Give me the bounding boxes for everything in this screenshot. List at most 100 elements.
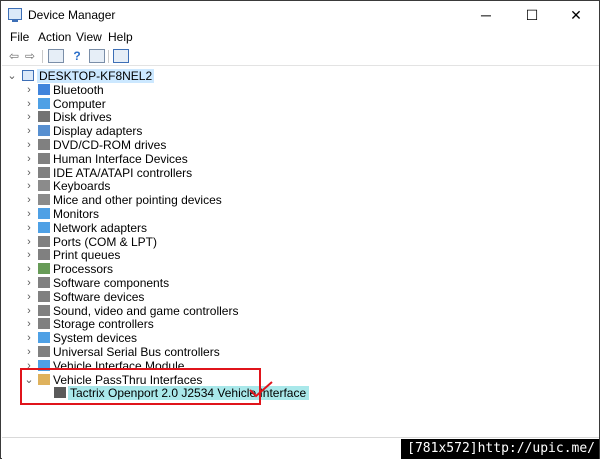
chevron-right-icon[interactable]: › (24, 221, 34, 235)
menu-action[interactable]: Action (38, 30, 71, 44)
annotation-checkmark-icon (249, 381, 273, 398)
device-manager-icon (8, 8, 22, 22)
software-device-icon (38, 290, 50, 302)
back-arrow-icon[interactable]: ⇦ (6, 49, 22, 63)
chevron-right-icon[interactable]: › (24, 207, 34, 221)
chevron-right-icon[interactable]: › (24, 331, 34, 345)
chevron-right-icon[interactable]: › (24, 345, 34, 359)
tree-category-label: Storage controllers (53, 317, 154, 332)
display-adapter-icon (38, 125, 50, 137)
tree-category-label: Universal Serial Bus controllers (53, 345, 220, 359)
tree-category-item[interactable]: › Keyboards (2, 179, 302, 193)
chevron-right-icon[interactable]: › (24, 138, 34, 152)
tree-category-label: Mice and other pointing devices (53, 193, 222, 208)
close-button[interactable]: ✕ (553, 1, 599, 29)
tree-category-item[interactable]: › Ports (COM & LPT) (2, 235, 302, 249)
maximize-button[interactable]: ☐ (509, 1, 555, 29)
tree-category-item[interactable]: › Software components (2, 276, 302, 290)
tree-category-item[interactable]: › Sound, video and game controllers (2, 304, 302, 318)
chevron-right-icon[interactable]: › (24, 110, 34, 124)
hid-icon (38, 152, 50, 164)
scan-hardware-icon[interactable] (113, 49, 129, 63)
tree-category-item[interactable]: › System devices (2, 331, 302, 345)
tree-category-label: Software components (53, 276, 170, 290)
menu-view[interactable]: View (76, 30, 102, 44)
tree-category-label: Bluetooth (53, 82, 104, 97)
tree-category-label: Software devices (53, 289, 145, 304)
chevron-right-icon[interactable]: › (24, 290, 34, 304)
chevron-right-icon[interactable]: › (24, 193, 34, 207)
tree-category-label: Ports (COM & LPT) (53, 234, 158, 249)
tree-category-item[interactable]: › Processors (2, 262, 302, 276)
tree-category-item[interactable]: › Display adapters (2, 124, 302, 138)
tree-category-item[interactable]: › Network adapters (2, 221, 302, 235)
tree-category-label: Computer (53, 96, 106, 111)
chevron-right-icon[interactable]: › (24, 248, 34, 262)
tree-category-label: Monitors (53, 207, 100, 221)
chevron-right-icon[interactable]: › (24, 304, 34, 318)
properties-icon[interactable] (48, 49, 64, 63)
chevron-right-icon[interactable]: › (24, 317, 34, 331)
tree-category-label: Keyboards (53, 179, 111, 194)
tree-category-item[interactable]: › Mice and other pointing devices (2, 193, 302, 207)
mouse-icon (38, 194, 50, 206)
tree-category-item[interactable]: › Software devices (2, 290, 302, 304)
tree-category-label: Print queues (53, 248, 121, 263)
network-adapter-icon (38, 221, 50, 233)
printer-icon (38, 249, 50, 261)
title-bar: Device Manager ─ ☐ ✕ (1, 1, 599, 29)
tree-category-item[interactable]: › Universal Serial Bus controllers (2, 345, 302, 359)
tree-category-label: IDE ATA/ATAPI controllers (53, 165, 193, 180)
tree-category-label: System devices (53, 331, 138, 346)
help-icon[interactable]: ? (69, 49, 85, 63)
port-icon (38, 235, 50, 247)
chevron-right-icon[interactable]: › (24, 179, 34, 193)
tree-category-item[interactable]: › Computer (2, 97, 302, 111)
tree-category-label: Network adapters (53, 220, 148, 235)
tree-category-item[interactable]: › Bluetooth (2, 83, 302, 97)
tree-category-label: Disk drives (53, 110, 112, 125)
software-component-icon (38, 277, 50, 288)
tree-category-label: Sound, video and game controllers (53, 303, 239, 318)
sound-icon (38, 304, 50, 316)
chevron-down-icon[interactable]: ⌄ (7, 69, 17, 83)
window-title: Device Manager (28, 8, 116, 22)
tree-category-item[interactable]: › DVD/CD-ROM drives (2, 138, 302, 152)
processor-icon (38, 263, 50, 275)
tree-category-item[interactable]: › Disk drives (2, 110, 302, 124)
tree-category-item[interactable]: › Storage controllers (2, 317, 302, 331)
watermark-label: [781x572]http://upic.me/ (401, 439, 599, 459)
tree-category-item[interactable]: › Print queues (2, 248, 302, 262)
menu-help[interactable]: Help (108, 30, 133, 44)
tree-category-label: DVD/CD-ROM drives (53, 138, 167, 152)
minimize-button[interactable]: ─ (463, 1, 509, 29)
keyboard-icon (38, 180, 50, 192)
ide-controller-icon (38, 166, 50, 178)
chevron-right-icon[interactable]: › (24, 276, 34, 290)
monitor-icon (38, 208, 50, 219)
chevron-right-icon[interactable]: › (24, 124, 34, 138)
tree-category-label: Processors (53, 262, 114, 277)
computer-icon (38, 97, 50, 109)
tree-category-item[interactable]: › Monitors (2, 207, 302, 221)
chevron-right-icon[interactable]: › (24, 152, 34, 166)
tree-category-item[interactable]: › Human Interface Devices (2, 152, 302, 166)
storage-controller-icon (38, 318, 50, 330)
chevron-right-icon[interactable]: › (24, 235, 34, 249)
tree-category-label: Display adapters (53, 124, 143, 139)
chevron-right-icon[interactable]: › (24, 262, 34, 276)
update-driver-icon[interactable] (89, 49, 105, 63)
menu-file[interactable]: File (10, 30, 29, 44)
forward-arrow-icon[interactable]: ⇨ (22, 49, 38, 63)
usb-icon (38, 346, 50, 357)
chevron-right-icon[interactable]: › (24, 97, 34, 111)
tree-category-item[interactable]: › IDE ATA/ATAPI controllers (2, 166, 302, 180)
dvd-drive-icon (38, 139, 50, 150)
chevron-right-icon[interactable]: › (24, 83, 34, 97)
computer-icon (22, 70, 34, 81)
tree-root[interactable]: ⌄ DESKTOP-KF8NEL2 (2, 69, 155, 83)
system-device-icon (38, 332, 50, 344)
menu-bar: File Action View Help (1, 29, 599, 48)
chevron-right-icon[interactable]: › (24, 166, 34, 180)
tree-category-label: Human Interface Devices (53, 151, 188, 166)
